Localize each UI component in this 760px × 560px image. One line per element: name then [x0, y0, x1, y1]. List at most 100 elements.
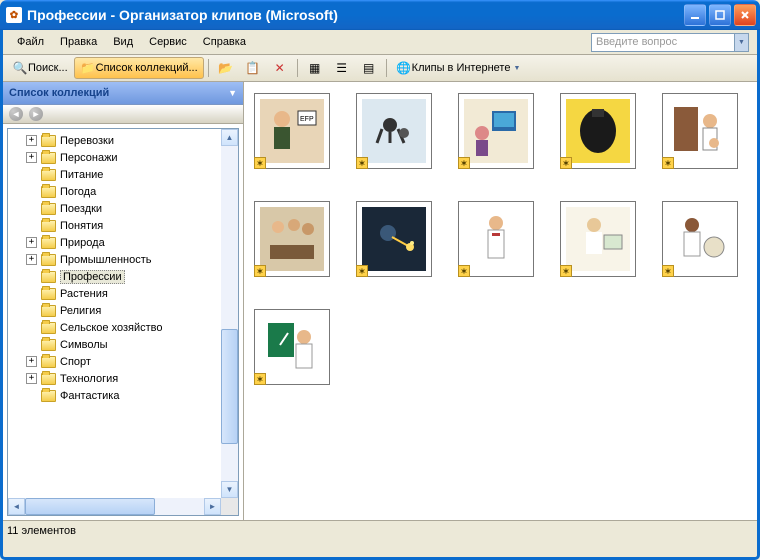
vertical-scrollbar[interactable]: ▲ ▼ — [221, 129, 238, 498]
tree-item[interactable]: Поездки — [8, 200, 221, 217]
status-text: 11 элементов — [7, 525, 76, 537]
clipart-image — [668, 207, 732, 271]
tree-item[interactable]: +Природа — [8, 234, 221, 251]
tree-item[interactable]: Профессии — [8, 268, 221, 285]
scroll-thumb[interactable] — [221, 329, 238, 444]
clipboard-button[interactable]: 📋 — [240, 57, 266, 79]
tree-item[interactable]: Символы — [8, 336, 221, 353]
clip-thumbnail[interactable]: ✶ — [254, 309, 330, 385]
thumbnails-view-button[interactable]: ▦ — [302, 57, 328, 79]
tree-item[interactable]: + Промышленность — [8, 251, 221, 268]
close-button[interactable] — [734, 4, 756, 26]
expand-icon[interactable]: + — [26, 152, 37, 163]
clipart-image — [668, 99, 732, 163]
chevron-down-icon: ▼ — [513, 65, 520, 72]
thumbnail-grid: EFP ✶ ✶ ✶ ✶ ✶ ✶ ✶ ✶ ✶ ✶ ✶ — [252, 93, 757, 385]
menu-edit[interactable]: Правка — [52, 33, 105, 51]
window-buttons — [684, 4, 756, 26]
ask-dropdown-icon[interactable]: ▼ — [734, 34, 748, 51]
minimize-button[interactable] — [684, 4, 706, 26]
delete-button[interactable]: ✕ — [267, 57, 293, 79]
clip-thumbnail[interactable]: ✶ — [356, 93, 432, 169]
format-badge-icon: ✶ — [356, 157, 368, 169]
nav-forward-button[interactable]: ► — [29, 107, 43, 121]
svg-text:EFP: EFP — [300, 116, 314, 123]
scroll-corner — [221, 498, 238, 515]
tree-item[interactable]: Фантастика — [8, 387, 221, 404]
clip-thumbnail[interactable]: EFP ✶ — [254, 93, 330, 169]
pane-header[interactable]: Список коллекций ▼ — [3, 82, 243, 105]
clip-thumbnail[interactable]: ✶ — [458, 93, 534, 169]
scroll-up-button[interactable]: ▲ — [221, 129, 238, 146]
maximize-button[interactable] — [709, 4, 731, 26]
collection-tree[interactable]: + Перевозки +ПерсонажиПитание Погода Поездки… — [8, 129, 221, 498]
nav-back-button[interactable]: ◄ — [9, 107, 23, 121]
clip-thumbnail[interactable]: ✶ — [662, 93, 738, 169]
scroll-thumb[interactable] — [25, 498, 155, 515]
tree-item[interactable]: Понятия — [8, 217, 221, 234]
expand-icon[interactable]: + — [26, 237, 37, 248]
clip-thumbnail[interactable]: ✶ — [560, 201, 636, 277]
clip-thumbnail[interactable]: ✶ — [458, 201, 534, 277]
clip-thumbnail[interactable]: ✶ — [254, 201, 330, 277]
clips-online-button[interactable]: 🌐 Клипы в Интернете ▼ — [391, 57, 526, 79]
collections-button[interactable]: 📁 Список коллекций... — [74, 57, 204, 79]
clip-thumbnail[interactable]: ✶ — [662, 201, 738, 277]
tree-item[interactable]: Растения — [8, 285, 221, 302]
menu-help[interactable]: Справка — [195, 33, 254, 51]
tree-item-label: Погода — [60, 186, 96, 198]
tree-item[interactable]: Религия — [8, 302, 221, 319]
format-badge-icon: ✶ — [458, 157, 470, 169]
tree-item[interactable]: +Технология — [8, 370, 221, 387]
scroll-right-button[interactable]: ► — [204, 498, 221, 515]
tree-item[interactable]: + Перевозки — [8, 132, 221, 149]
horizontal-scrollbar[interactable]: ◄ ► — [8, 498, 221, 515]
expand-icon[interactable]: + — [26, 373, 37, 384]
clipart-image — [362, 207, 426, 271]
folder-icon — [41, 271, 56, 283]
tree-item-label: Символы — [60, 339, 108, 351]
tree-item-label: Перевозки — [60, 135, 114, 147]
tree-item[interactable]: Сельское хозяйство — [8, 319, 221, 336]
open-button[interactable]: 📂 — [213, 57, 239, 79]
menu-file[interactable]: Файл — [9, 33, 52, 51]
tree-item-label: Фантастика — [60, 390, 119, 402]
search-button[interactable]: 🔍 Поиск... — [7, 57, 73, 79]
menu-view[interactable]: Вид — [105, 33, 141, 51]
tree-item-label: Растения — [60, 288, 108, 300]
globe-icon: 🌐 — [396, 60, 412, 76]
expand-icon[interactable]: + — [26, 254, 37, 265]
scroll-left-button[interactable]: ◄ — [8, 498, 25, 515]
details-view-button[interactable]: ▤ — [356, 57, 382, 79]
folder-icon — [41, 186, 56, 198]
content-area: EFP ✶ ✶ ✶ ✶ ✶ ✶ ✶ ✶ ✶ ✶ ✶ — [244, 82, 757, 520]
ask-question-input[interactable]: Введите вопрос ▼ — [591, 33, 749, 52]
folder-icon — [41, 373, 56, 385]
tree-item-label: Промышленность — [60, 254, 152, 266]
toolbar: 🔍 Поиск... 📁 Список коллекций... 📂 📋 ✕ ▦… — [3, 55, 757, 82]
format-badge-icon: ✶ — [458, 265, 470, 277]
clipart-image — [464, 99, 528, 163]
app-icon: ✿ — [6, 7, 22, 23]
side-panel: Список коллекций ▼ ◄ ► + Перевозки +Персон… — [3, 82, 244, 520]
window-title: Профессии - Организатор клипов (Microsof… — [27, 7, 338, 23]
list-view-button[interactable]: ☰ — [329, 57, 355, 79]
list-icon: ☰ — [334, 60, 350, 76]
tree-item[interactable]: Погода — [8, 183, 221, 200]
details-icon: ▤ — [361, 60, 377, 76]
format-badge-icon: ✶ — [254, 157, 266, 169]
format-badge-icon: ✶ — [560, 265, 572, 277]
tree-item[interactable]: Питание — [8, 166, 221, 183]
scroll-down-button[interactable]: ▼ — [221, 481, 238, 498]
tree-item[interactable]: +Спорт — [8, 353, 221, 370]
thumbnails-icon: ▦ — [307, 60, 323, 76]
expand-icon[interactable]: + — [26, 356, 37, 367]
expand-icon[interactable]: + — [26, 135, 37, 146]
titlebar: ✿ Профессии - Организатор клипов (Micros… — [0, 0, 760, 30]
clip-thumbnail[interactable]: ✶ — [356, 201, 432, 277]
clip-thumbnail[interactable]: ✶ — [560, 93, 636, 169]
clipart-image — [260, 315, 324, 379]
tree-item[interactable]: +Персонажи — [8, 149, 221, 166]
search-icon: 🔍 — [12, 60, 28, 76]
menu-service[interactable]: Сервис — [141, 33, 195, 51]
